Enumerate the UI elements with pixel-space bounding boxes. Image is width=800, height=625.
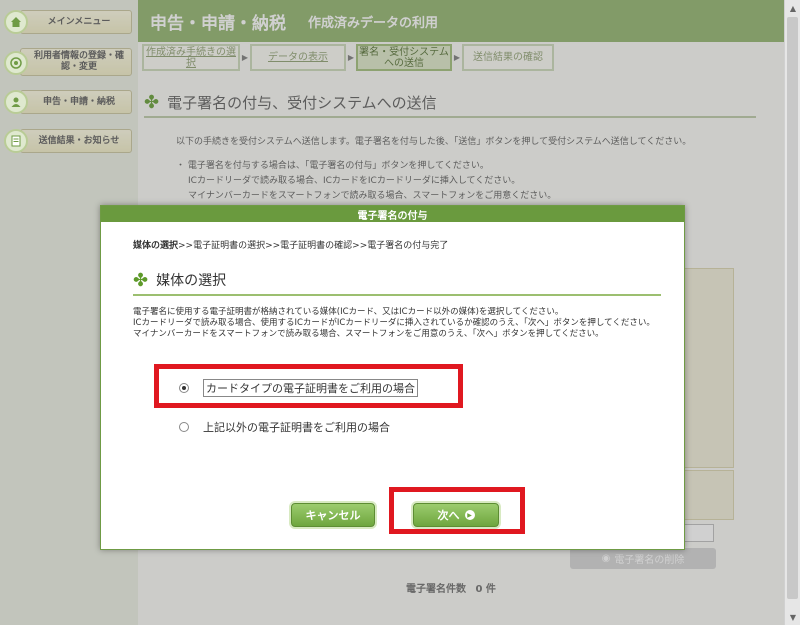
cancel-button[interactable]: キャンセル [291, 503, 375, 527]
radio-other-type[interactable]: 上記以外の電子証明書をご利用の場合 [179, 419, 390, 435]
home-icon [4, 10, 28, 34]
scrollbar[interactable]: ▲ ▼ [784, 0, 800, 625]
breadcrumb: 媒体の選択>>電子証明書の選択>>電子証明書の確認>>電子署名の付与完了 [133, 238, 448, 251]
breadcrumb-rest: >>電子証明書の選択>>電子証明書の確認>>電子署名の付与完了 [178, 241, 449, 251]
dialog-heading-bar: ✤ 媒体の選択 [133, 266, 661, 296]
highlight-frame [154, 364, 463, 408]
scroll-thumb[interactable] [787, 17, 798, 599]
dialog-description: 電子署名に使用する電子証明書が格納されている媒体(ICカード、又はICカード以外… [133, 307, 678, 340]
dialog-title: 電子署名の付与 [101, 206, 684, 222]
person-icon [4, 90, 28, 114]
signature-dialog: 電子署名の付与 媒体の選択>>電子証明書の選択>>電子証明書の確認>>電子署名の… [100, 205, 685, 550]
scroll-up-icon[interactable]: ▲ [785, 0, 800, 16]
document-icon [4, 129, 28, 153]
scroll-down-icon[interactable]: ▼ [785, 609, 800, 625]
target-icon [4, 51, 28, 75]
breadcrumb-current: 媒体の選択 [133, 241, 179, 251]
highlight-frame [389, 487, 525, 534]
cancel-label: キャンセル [305, 509, 361, 522]
dialog-heading: 媒体の選択 [156, 273, 227, 289]
description-line: マイナンバーカードをスマートフォンで読み取る場合、スマートフォンをご用意のうえ、… [133, 329, 604, 339]
radio-button[interactable] [179, 422, 189, 432]
radio-other-label: 上記以外の電子証明書をご利用の場合 [203, 421, 390, 434]
clover-icon: ✤ [133, 269, 149, 291]
description-line: 電子署名に使用する電子証明書が格納されている媒体(ICカード、又はICカード以外… [133, 307, 564, 317]
description-line: ICカードリーダで読み取る場合、使用するICカードがICカードリーダに挿入されて… [133, 318, 655, 328]
